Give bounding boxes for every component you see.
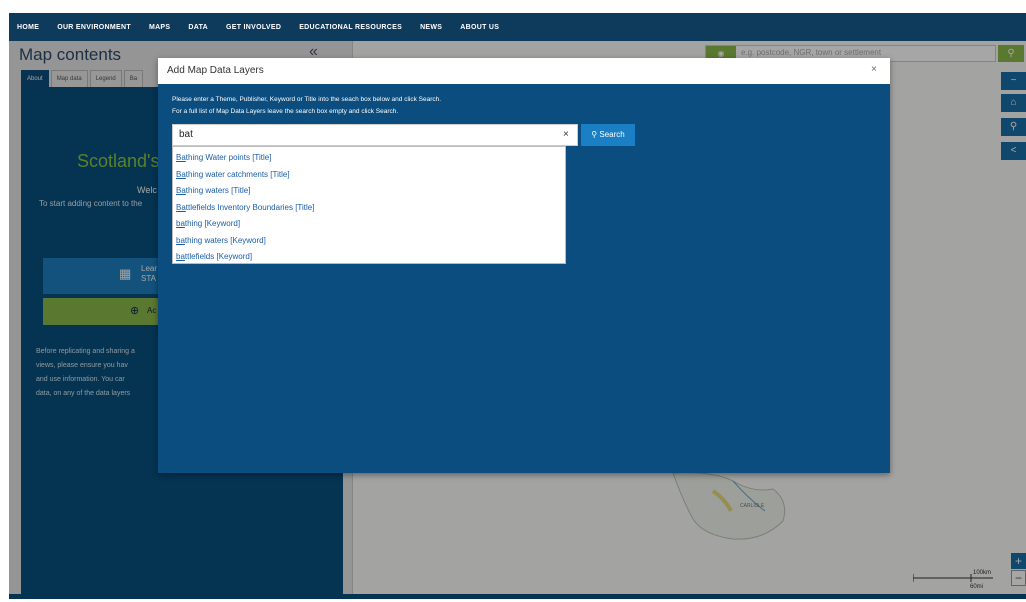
autocomplete-list: Bathing Water points [Title] Bathing wat…	[172, 146, 566, 264]
instruction-text-2: For a full list of Map Data Layers leave…	[172, 108, 399, 115]
layer-search-value: bat	[179, 129, 193, 140]
clear-search-icon[interactable]: ×	[563, 129, 569, 140]
nav-our-environment[interactable]: OUR ENVIRONMENT	[57, 24, 131, 31]
suggestion-item[interactable]: Bathing waters [Title]	[173, 183, 565, 200]
dialog-title: Add Map Data Layers	[167, 65, 264, 76]
top-nav: HOME OUR ENVIRONMENT MAPS DATA GET INVOL…	[9, 13, 1026, 41]
nav-educational-resources[interactable]: EDUCATIONAL RESOURCES	[299, 24, 402, 31]
suggestion-item[interactable]: battlefields [Keyword]	[173, 249, 565, 266]
add-map-data-layers-dialog: Add Map Data Layers × Please enter a The…	[158, 58, 890, 473]
nav-get-involved[interactable]: GET INVOLVED	[226, 24, 281, 31]
nav-data[interactable]: DATA	[188, 24, 208, 31]
suggestion-item[interactable]: Bathing Water points [Title]	[173, 150, 565, 167]
nav-maps[interactable]: MAPS	[149, 24, 170, 31]
suggestion-item[interactable]: Battlefields Inventory Boundaries [Title…	[173, 200, 565, 217]
suggestion-item[interactable]: bathing waters [Keyword]	[173, 233, 565, 250]
search-icon: ⚲	[591, 130, 598, 139]
suggestion-item[interactable]: bathing [Keyword]	[173, 216, 565, 233]
nav-news[interactable]: NEWS	[420, 24, 442, 31]
close-icon[interactable]: ×	[871, 64, 877, 75]
suggestion-item[interactable]: Bathing water catchments [Title]	[173, 167, 565, 184]
instruction-text: Please enter a Theme, Publisher, Keyword…	[172, 96, 442, 103]
search-button-label: Search	[599, 130, 625, 139]
layer-search-input[interactable]: bat ×	[172, 124, 578, 146]
search-button[interactable]: ⚲ Search	[581, 124, 635, 146]
nav-about-us[interactable]: ABOUT US	[460, 24, 499, 31]
dialog-header: Add Map Data Layers ×	[158, 58, 890, 84]
nav-home[interactable]: HOME	[17, 24, 39, 31]
